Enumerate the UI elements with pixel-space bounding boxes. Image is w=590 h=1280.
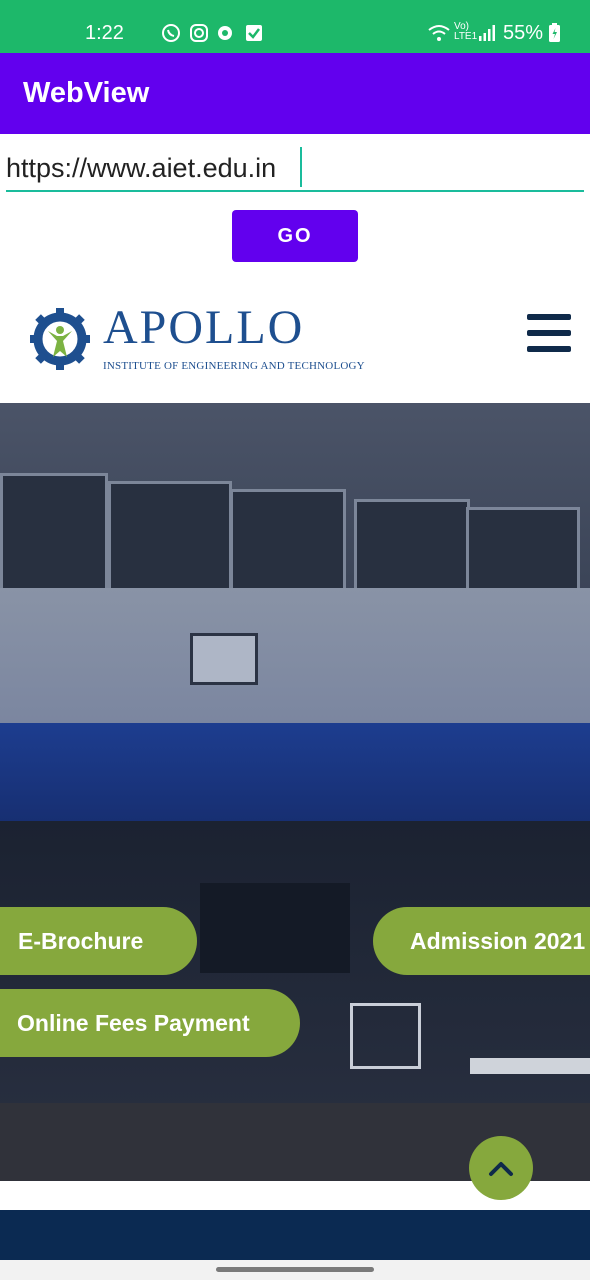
system-nav-bar — [0, 1260, 590, 1280]
text-cursor — [300, 147, 302, 187]
site-header: APOLLO INSTITUTE OF ENGINEERING AND TECH… — [0, 270, 590, 403]
home-gesture-handle[interactable] — [216, 1267, 374, 1272]
battery-icon — [549, 23, 560, 42]
chevron-up-icon — [489, 1162, 513, 1176]
online-fees-payment-button[interactable]: Online Fees Payment — [0, 989, 300, 1057]
wifi-icon — [428, 25, 450, 41]
url-input[interactable] — [6, 146, 584, 192]
app-title: WebView — [23, 77, 150, 109]
hero-image: E-Brochure Admission 2021 Online Fees Pa… — [0, 403, 590, 1181]
webview-content[interactable]: APOLLO INSTITUTE OF ENGINEERING AND TECH… — [0, 270, 590, 1260]
scroll-to-top-button[interactable] — [469, 1136, 533, 1200]
instagram-icon — [190, 24, 208, 42]
logo-title[interactable]: APOLLO — [103, 300, 304, 355]
chat-icon — [218, 26, 232, 40]
logo-subtitle: INSTITUTE OF ENGINEERING AND TECHNOLOGY — [103, 360, 365, 372]
network-label: Vo) LTE1 — [454, 21, 478, 42]
battery-percent: 55% — [503, 22, 544, 44]
status-bar: 1:22 Vo) LTE1 55% — [0, 0, 590, 53]
check-icon — [246, 25, 262, 41]
admission-2021-button[interactable]: Admission 2021 — [373, 907, 590, 975]
status-time: 1:22 — [85, 22, 124, 44]
signal-icon — [479, 25, 495, 41]
go-button[interactable]: GO — [232, 210, 358, 262]
app-bar: WebView — [0, 53, 590, 134]
gear-logo-icon[interactable] — [30, 306, 90, 372]
e-brochure-button[interactable]: E-Brochure — [0, 907, 197, 975]
site-footer — [0, 1210, 590, 1260]
hamburger-menu-icon[interactable] — [527, 314, 571, 354]
whatsapp-icon — [162, 24, 180, 42]
